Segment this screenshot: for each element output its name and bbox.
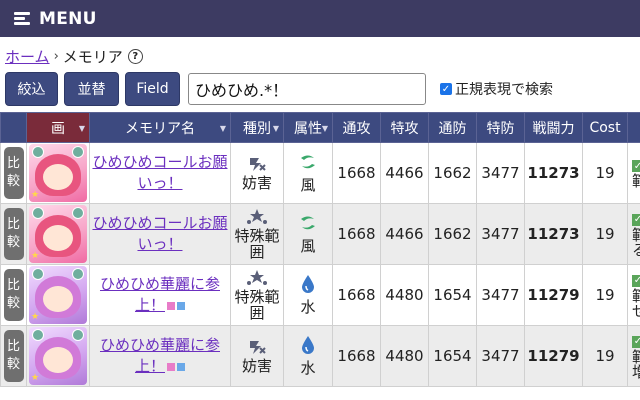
table-row: 比較 ★ ひめひめコールお願いっ！ 特殊範囲 風 1668 4466 1662 …: [0, 203, 640, 265]
memoria-table: 画 ▼ メモリア名 ▼ 種別 ▼ 属性 ▼ 通攻 特攻 通防 特防 戦闘力 Cost 比…: [0, 112, 640, 387]
debuff-icon: [250, 158, 266, 171]
attr-label: 風: [300, 175, 316, 194]
check-icon: ✓: [632, 213, 640, 226]
special-range-icon: [247, 270, 267, 285]
header-satk[interactable]: 特攻: [380, 112, 429, 143]
memoria-name-link[interactable]: ひめひめ華麗に参上！: [100, 336, 220, 375]
power-cell: 11279: [524, 264, 583, 326]
pink-square-icon: [167, 301, 175, 310]
special-range-icon: [247, 209, 267, 224]
toolbar: 絞込 並替 Field ひめひめ.*！ ✓ 正規表現で検索: [5, 72, 553, 106]
atk-cell: 1668: [332, 264, 381, 326]
header-atk[interactable]: 通攻: [332, 112, 381, 143]
search-input[interactable]: ひめひめ.*！: [188, 73, 426, 105]
satk-cell: 4466: [380, 203, 429, 265]
satk-cell: 4480: [380, 325, 429, 387]
compare-button[interactable]: 比較: [3, 330, 24, 382]
menu-label[interactable]: MENU: [39, 9, 97, 29]
memoria-thumbnail[interactable]: ★: [29, 266, 87, 324]
memoria-name-link[interactable]: ひめひめコールお願いっ！: [92, 153, 227, 192]
power-cell: 11279: [524, 325, 583, 387]
sdef-cell: 3477: [476, 142, 525, 204]
power-cell: 11273: [524, 142, 583, 204]
type-label: 妨害: [241, 174, 272, 192]
pink-square-icon: [167, 362, 175, 371]
regex-checkbox[interactable]: ✓: [440, 83, 452, 95]
power-cell: 11273: [524, 203, 583, 265]
atk-cell: 1668: [332, 142, 381, 204]
header-compare: [0, 112, 27, 143]
regex-label: 正規表現で検索: [455, 82, 553, 98]
sort-button[interactable]: 並替: [64, 72, 119, 106]
def-cell: 1662: [428, 142, 477, 204]
filter-button[interactable]: 絞込: [5, 72, 58, 106]
def-cell: 1654: [428, 325, 477, 387]
check-icon: ✓: [632, 335, 640, 348]
def-cell: 1654: [428, 264, 477, 326]
compare-button[interactable]: 比較: [3, 208, 24, 260]
breadcrumb: ホーム › メモリア ?: [5, 46, 143, 66]
table-row: 比較 ★ ひめひめ華麗に参上！ 特殊範囲 水 1668 4480 1654 34…: [0, 264, 640, 326]
memoria-name-link[interactable]: ひめひめコールお願いっ！: [92, 214, 227, 253]
check-icon: ✓: [632, 274, 640, 287]
compare-button[interactable]: 比較: [3, 269, 24, 321]
table-row: 比較 ★ ひめひめコールお願いっ！ 妨害 風 1668 4466 1662 34…: [0, 142, 640, 204]
attr-label: 水: [300, 297, 316, 316]
atk-cell: 1668: [332, 325, 381, 387]
satk-cell: 4480: [380, 264, 429, 326]
header-type[interactable]: 種別 ▼: [230, 112, 284, 143]
blue-square-icon: [177, 362, 185, 371]
def-cell: 1662: [428, 203, 477, 265]
breadcrumb-current: メモリア: [62, 47, 123, 66]
header-extra: [627, 112, 640, 143]
type-label: 妨害: [241, 357, 272, 375]
attr-label: 風: [300, 236, 316, 255]
field-button[interactable]: Field: [125, 72, 180, 106]
memoria-name-link[interactable]: ひめひめ華麗に参上！: [100, 275, 220, 314]
water-drop-icon: [302, 274, 314, 293]
menu-bar[interactable]: MENU: [0, 0, 640, 37]
water-drop-icon: [302, 335, 314, 354]
header-name[interactable]: メモリア名 ▼: [89, 112, 231, 143]
cost-cell: 19: [582, 264, 628, 326]
type-label: 特殊範囲: [234, 227, 280, 261]
sdef-cell: 3477: [476, 264, 525, 326]
hamburger-icon[interactable]: [14, 12, 30, 25]
check-icon: ✓: [632, 160, 640, 173]
satk-cell: 4466: [380, 142, 429, 204]
wind-icon: [301, 216, 315, 229]
breadcrumb-home-link[interactable]: ホーム: [5, 46, 50, 67]
memoria-thumbnail[interactable]: ★: [29, 144, 87, 202]
cost-cell: 19: [582, 325, 628, 387]
sdef-cell: 3477: [476, 203, 525, 265]
blue-square-icon: [177, 301, 185, 310]
regex-toggle[interactable]: ✓ 正規表現で検索: [440, 79, 553, 99]
table-row: 比較 ★ ひめひめ華麗に参上！ 妨害 水 1668 4480 1654 3477…: [0, 325, 640, 387]
cost-cell: 19: [582, 142, 628, 204]
cost-cell: 19: [582, 203, 628, 265]
memoria-thumbnail[interactable]: ★: [29, 205, 87, 263]
attr-label: 水: [300, 358, 316, 377]
header-def[interactable]: 通防: [428, 112, 477, 143]
header-cost[interactable]: Cost: [582, 112, 628, 143]
atk-cell: 1668: [332, 203, 381, 265]
breadcrumb-separator: ›: [53, 48, 59, 64]
header-sdef[interactable]: 特防: [476, 112, 525, 143]
debuff-icon: [250, 341, 266, 354]
header-image[interactable]: 画 ▼: [26, 112, 90, 143]
sdef-cell: 3477: [476, 325, 525, 387]
wind-icon: [301, 155, 315, 168]
help-icon[interactable]: ?: [127, 48, 143, 64]
header-attr[interactable]: 属性 ▼: [283, 112, 333, 143]
type-label: 特殊範囲: [234, 288, 280, 322]
memoria-thumbnail[interactable]: ★: [29, 327, 87, 385]
compare-button[interactable]: 比較: [3, 147, 24, 199]
header-power[interactable]: 戦闘力: [524, 112, 583, 143]
